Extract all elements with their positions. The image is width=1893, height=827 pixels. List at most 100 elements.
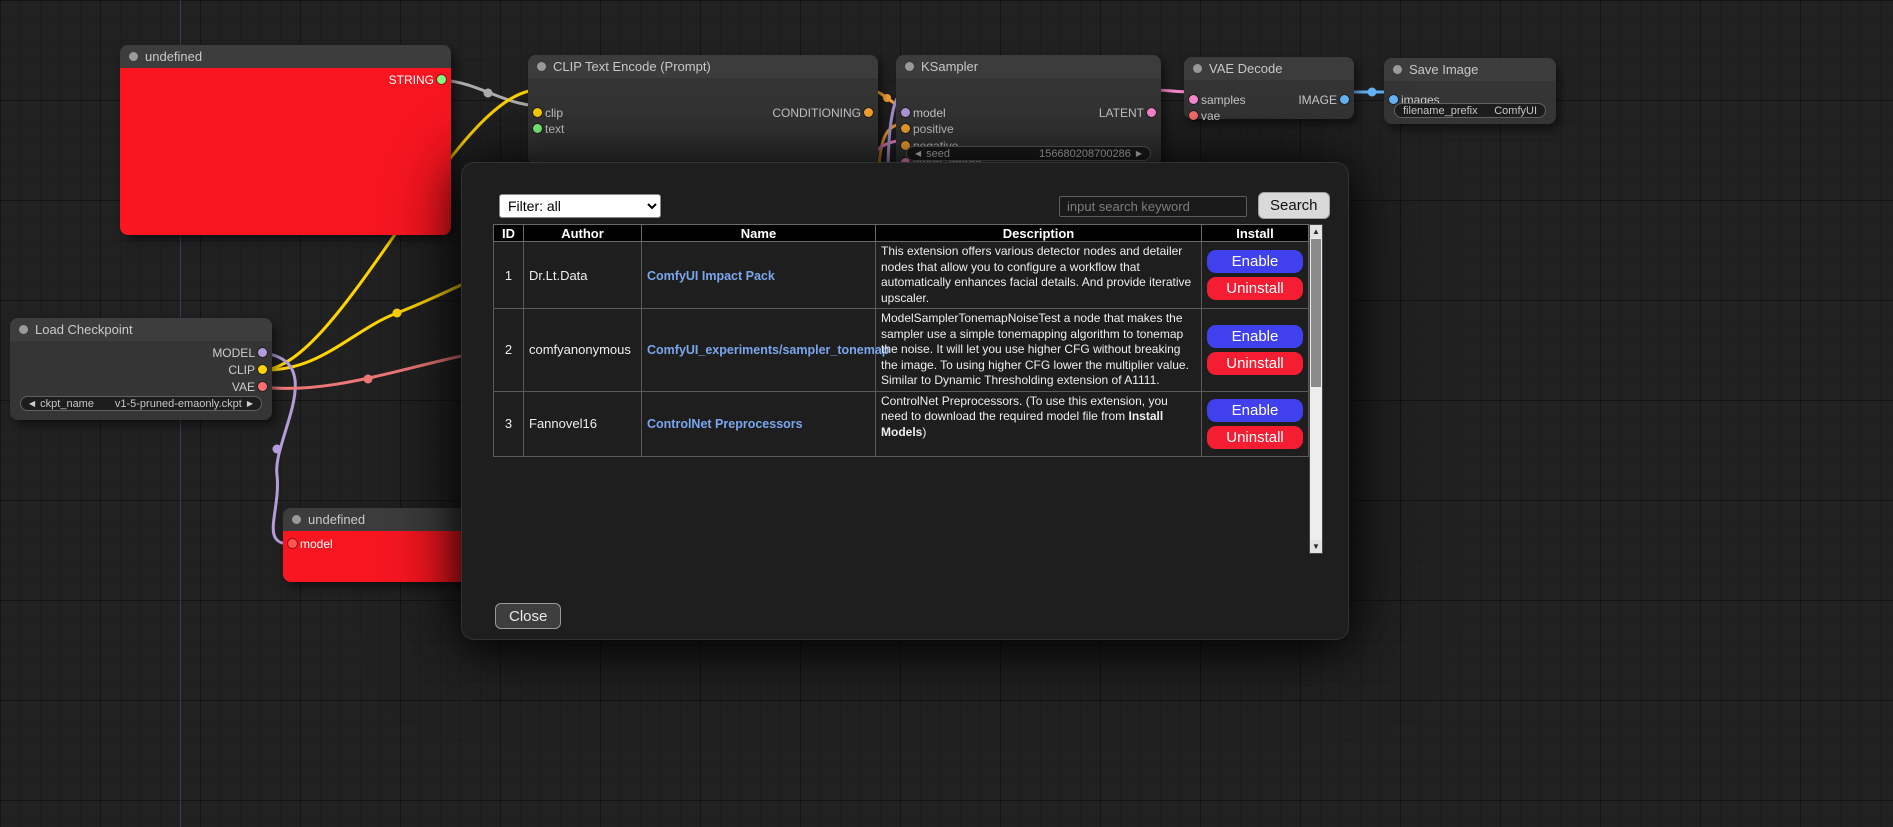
col-header-description: Description bbox=[876, 225, 1202, 242]
input-socket-vae[interactable] bbox=[1189, 111, 1198, 120]
cell-id: 3 bbox=[494, 391, 524, 456]
widget-name: filename_prefix bbox=[1403, 105, 1478, 117]
collapse-dot-icon[interactable] bbox=[905, 62, 914, 71]
cell-install: Enable Uninstall bbox=[1202, 309, 1309, 392]
extension-link[interactable]: ComfyUI Impact Pack bbox=[647, 269, 775, 283]
cell-author: comfyanonymous bbox=[524, 309, 642, 392]
node-ksampler[interactable]: KSampler model positive negative latent_… bbox=[896, 55, 1161, 167]
collapse-dot-icon[interactable] bbox=[129, 52, 138, 61]
node-title-bar[interactable]: CLIP Text Encode (Prompt) bbox=[528, 55, 878, 78]
search-input[interactable] bbox=[1059, 196, 1247, 217]
table-row: 2comfyanonymousComfyUI_experiments/sampl… bbox=[494, 309, 1309, 392]
filename-prefix-widget[interactable]: filename_prefix ComfyUI bbox=[1394, 103, 1546, 118]
node-canvas[interactable]: undefined STRING CLIP Text Encode (Promp… bbox=[0, 0, 1893, 827]
output-socket-conditioning[interactable] bbox=[864, 108, 873, 117]
output-socket-string[interactable] bbox=[437, 75, 446, 84]
cell-description: This extension offers various detector n… bbox=[876, 242, 1202, 309]
enable-button[interactable]: Enable bbox=[1207, 399, 1303, 422]
extension-link[interactable]: ControlNet Preprocessors bbox=[647, 417, 803, 431]
node-load-checkpoint[interactable]: Load Checkpoint MODEL CLIP VAE ◀ ckpt_na… bbox=[10, 318, 272, 420]
widget-value: v1-5-pruned-emaonly.ckpt bbox=[115, 398, 242, 410]
scrollbar-thumb[interactable] bbox=[1311, 239, 1321, 387]
seed-widget[interactable]: ◀ seed 156680208700286 ▶ bbox=[906, 146, 1151, 161]
collapse-dot-icon[interactable] bbox=[537, 62, 546, 71]
collapse-dot-icon[interactable] bbox=[19, 325, 28, 334]
widget-name: ckpt_name bbox=[40, 398, 94, 410]
cell-name: ControlNet Preprocessors bbox=[642, 391, 876, 456]
widget-value: ComfyUI bbox=[1494, 105, 1537, 117]
uninstall-button[interactable]: Uninstall bbox=[1207, 277, 1303, 300]
input-socket-images[interactable] bbox=[1389, 95, 1398, 104]
cell-description: ModelSamplerTonemapNoiseTest a node that… bbox=[876, 309, 1202, 392]
output-socket-image[interactable] bbox=[1340, 95, 1349, 104]
uninstall-button[interactable]: Uninstall bbox=[1207, 426, 1303, 449]
node-vae-decode[interactable]: VAE Decode samples vae IMAGE bbox=[1184, 57, 1354, 119]
node-title: undefined bbox=[308, 512, 365, 527]
output-row-model: MODEL bbox=[10, 345, 272, 361]
decrement-icon[interactable]: ◀ bbox=[915, 150, 921, 158]
input-socket-text[interactable] bbox=[533, 124, 542, 133]
previous-value-icon[interactable]: ◀ bbox=[29, 400, 35, 408]
collapse-dot-icon[interactable] bbox=[1393, 65, 1402, 74]
node-save-image[interactable]: Save Image images filename_prefix ComfyU… bbox=[1384, 58, 1556, 124]
output-row-conditioning: CONDITIONING bbox=[528, 105, 878, 121]
node-undefined-string[interactable]: undefined STRING bbox=[120, 45, 451, 235]
extensions-table-zone: ID Author Name Description Install 1Dr.L… bbox=[493, 224, 1323, 554]
wire-midpoint-dot bbox=[273, 445, 282, 454]
table-row: 1Dr.Lt.DataComfyUI Impact PackThis exten… bbox=[494, 242, 1309, 309]
node-clip-text-encode[interactable]: CLIP Text Encode (Prompt) clip text COND… bbox=[528, 55, 878, 165]
input-socket-positive[interactable] bbox=[901, 124, 910, 133]
output-row-vae: VAE bbox=[10, 379, 272, 395]
cell-install: Enable Uninstall bbox=[1202, 391, 1309, 456]
wire-midpoint-dot bbox=[484, 89, 493, 98]
uninstall-button[interactable]: Uninstall bbox=[1207, 352, 1303, 375]
node-title-bar[interactable]: KSampler bbox=[896, 55, 1161, 78]
table-header-row: ID Author Name Description Install bbox=[494, 225, 1309, 242]
col-header-name: Name bbox=[642, 225, 876, 242]
extensions-table: ID Author Name Description Install 1Dr.L… bbox=[493, 224, 1309, 457]
node-title-bar[interactable]: Save Image bbox=[1384, 58, 1556, 81]
next-value-icon[interactable]: ▶ bbox=[247, 400, 253, 408]
output-socket-model[interactable] bbox=[258, 348, 267, 357]
enable-button[interactable]: Enable bbox=[1207, 325, 1303, 348]
node-title-bar[interactable]: undefined bbox=[120, 45, 451, 68]
col-header-id: ID bbox=[494, 225, 524, 242]
input-socket-model[interactable] bbox=[288, 539, 297, 548]
table-scrollbar[interactable]: ▲ ▼ bbox=[1309, 224, 1323, 554]
output-row-latent: LATENT bbox=[896, 105, 1161, 121]
close-button[interactable]: Close bbox=[495, 603, 561, 629]
scroll-down-icon[interactable]: ▼ bbox=[1310, 540, 1322, 553]
node-title: CLIP Text Encode (Prompt) bbox=[553, 59, 711, 74]
wire-midpoint-dot bbox=[364, 375, 373, 384]
description-text: ) bbox=[922, 425, 926, 439]
extensions-tbody: 1Dr.Lt.DataComfyUI Impact PackThis exten… bbox=[494, 242, 1309, 457]
extension-link[interactable]: ComfyUI_experiments/sampler_tonemap bbox=[647, 343, 889, 357]
node-title: Load Checkpoint bbox=[35, 322, 133, 337]
filter-select[interactable]: Filter: all bbox=[499, 194, 661, 218]
node-title: undefined bbox=[145, 49, 202, 64]
wire-midpoint-dot bbox=[393, 309, 402, 318]
input-row-vae: vae bbox=[1184, 108, 1354, 124]
node-title-bar[interactable]: VAE Decode bbox=[1184, 57, 1354, 80]
output-socket-clip[interactable] bbox=[258, 365, 267, 374]
scroll-up-icon[interactable]: ▲ bbox=[1310, 225, 1322, 238]
search-button[interactable]: Search bbox=[1258, 192, 1330, 219]
cell-author: Dr.Lt.Data bbox=[524, 242, 642, 309]
port-label: CONDITIONING bbox=[772, 106, 878, 120]
node-title: Save Image bbox=[1409, 62, 1478, 77]
output-socket-vae[interactable] bbox=[258, 382, 267, 391]
custom-nodes-manager-dialog: Filter: all Search ID Author Name Descri… bbox=[461, 162, 1349, 640]
node-title-bar[interactable]: Load Checkpoint bbox=[10, 318, 272, 341]
collapse-dot-icon[interactable] bbox=[292, 515, 301, 524]
output-socket-latent[interactable] bbox=[1147, 108, 1156, 117]
cell-name: ComfyUI Impact Pack bbox=[642, 242, 876, 309]
collapse-dot-icon[interactable] bbox=[1193, 64, 1202, 73]
ckpt-name-widget[interactable]: ◀ ckpt_name v1-5-pruned-emaonly.ckpt ▶ bbox=[20, 396, 262, 411]
increment-icon[interactable]: ▶ bbox=[1136, 150, 1142, 158]
node-title: VAE Decode bbox=[1209, 61, 1282, 76]
output-row-string: STRING bbox=[120, 72, 451, 88]
input-row-positive: positive bbox=[896, 121, 1161, 137]
wire-midpoint-dot bbox=[883, 94, 891, 102]
enable-button[interactable]: Enable bbox=[1207, 250, 1303, 273]
wire-midpoint-dot bbox=[1368, 88, 1377, 97]
